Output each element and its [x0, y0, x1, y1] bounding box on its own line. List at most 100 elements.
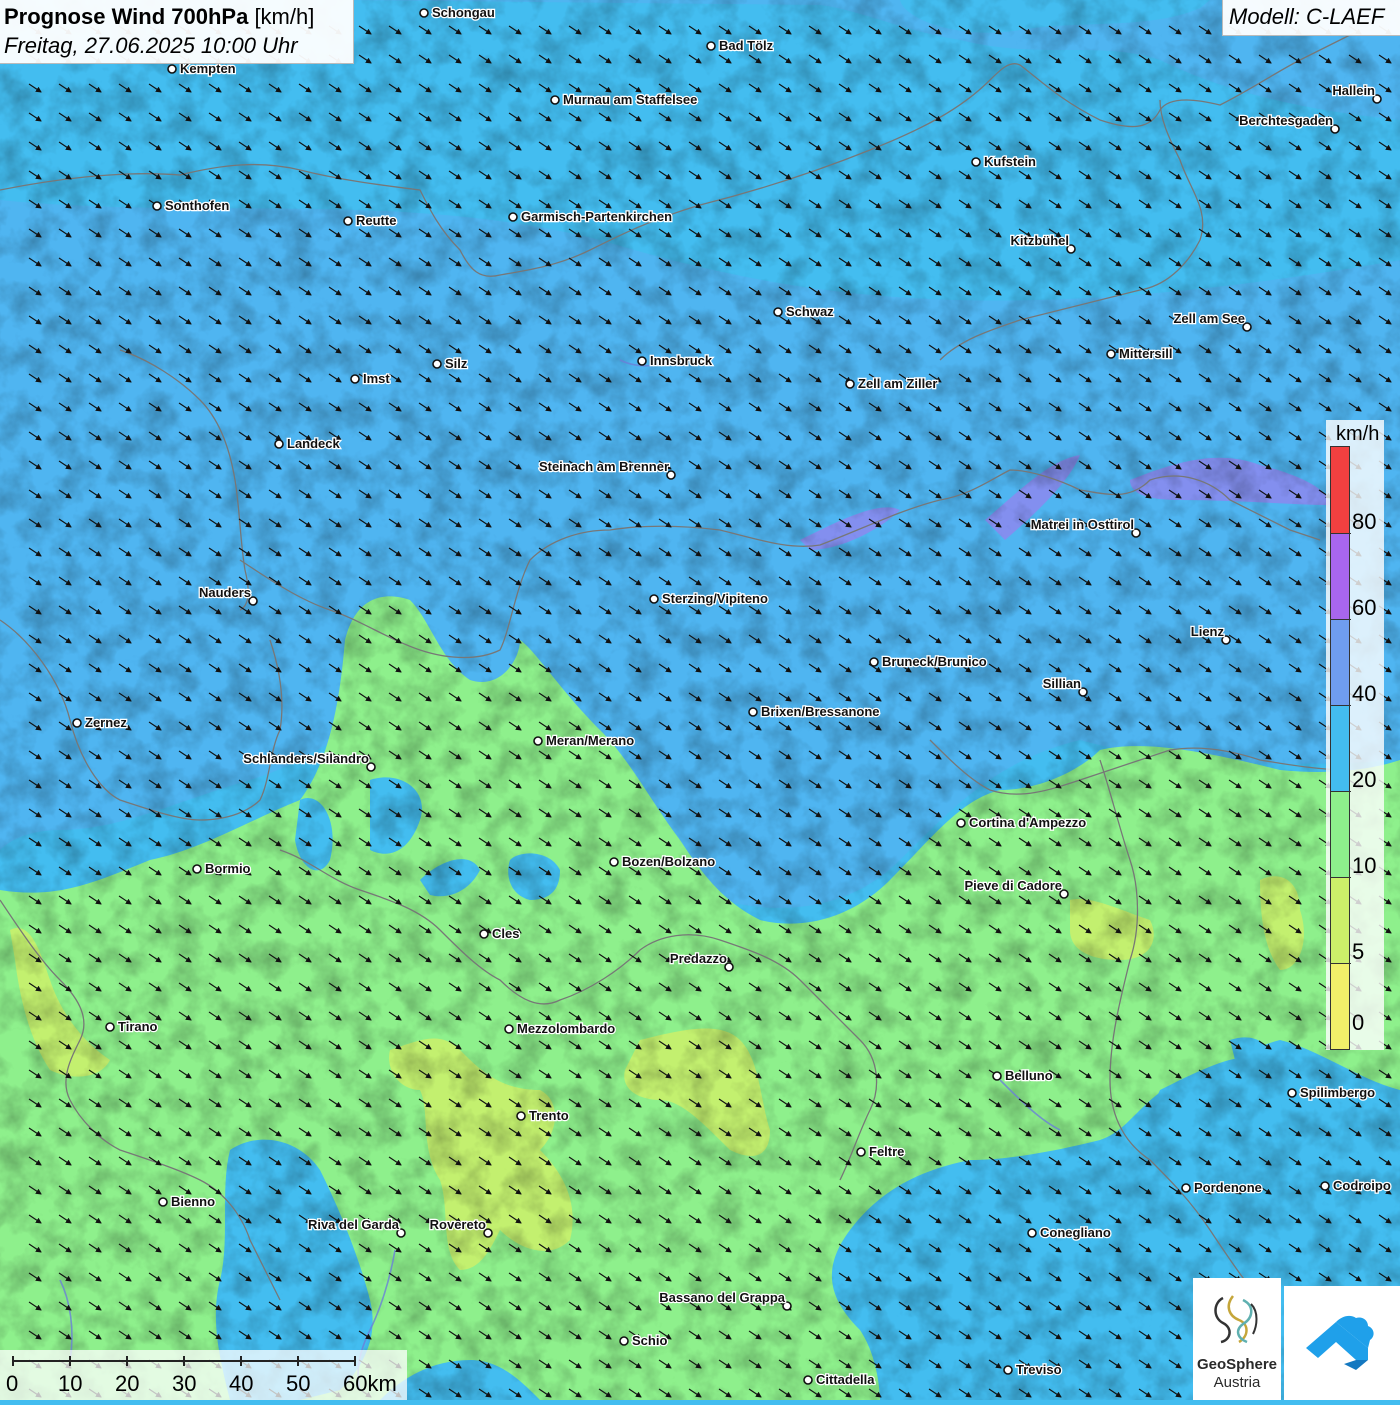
city-dot: [1027, 1228, 1037, 1238]
scale-label: 50: [286, 1371, 311, 1396]
city-marker[interactable]: Pordenone: [1181, 1179, 1263, 1196]
city-label: Berchtesgaden: [1239, 113, 1333, 128]
scale-tick: [69, 1356, 71, 1366]
city-label: Garmisch-Partenkirchen: [521, 209, 672, 224]
legend-tick: [1331, 533, 1351, 534]
model-panel: Modell: C-LAEF: [1222, 0, 1400, 36]
legend-segment: [1331, 705, 1349, 791]
city-marker[interactable]: Zell am Ziller: [845, 375, 939, 392]
legend-value-label: 20: [1352, 767, 1377, 793]
scale-tick: [12, 1356, 14, 1366]
city-dot: [992, 1071, 1002, 1081]
city-dot: [508, 212, 518, 222]
city-dot: [637, 356, 647, 366]
city-label: Bruneck/Brunico: [882, 654, 987, 669]
city-label: Pieve di Cadore: [964, 878, 1062, 893]
city-marker[interactable]: Murnau am Staffelsee: [550, 91, 699, 108]
city-label: Schwaz: [786, 304, 834, 319]
city-marker[interactable]: Schongau: [419, 4, 496, 21]
geosphere-country: Austria: [1213, 1374, 1261, 1391]
city-dot: [533, 736, 543, 746]
city-dot: [550, 95, 560, 105]
legend-value-label: 40: [1352, 681, 1377, 707]
city-label: Cittadella: [816, 1372, 875, 1387]
city-label: Matrei in Osttirol: [1031, 517, 1134, 532]
legend-tick: [1331, 619, 1351, 620]
scale-label: 60km: [343, 1371, 397, 1396]
geosphere-name: GeoSphere: [1196, 1356, 1278, 1373]
legend-segment: [1331, 619, 1349, 705]
city-label: Cortina d'Ampezzo: [969, 815, 1086, 830]
city-dot: [167, 64, 177, 74]
city-marker[interactable]: Mezzolombardo: [504, 1020, 617, 1037]
scale-label: 40: [229, 1371, 254, 1396]
city-dot: [105, 1022, 115, 1032]
city-label: Cles: [492, 926, 519, 941]
city-dot: [152, 201, 162, 211]
city-label: Sonthofen: [165, 198, 229, 213]
city-label: Imst: [363, 371, 390, 386]
city-label: Codroipo: [1333, 1178, 1391, 1193]
scale-bar: 0 10 20 30 40 50 60km: [0, 1350, 407, 1400]
city-dot: [773, 307, 783, 317]
city-dot: [856, 1147, 866, 1157]
city-dot: [419, 8, 429, 18]
scale-tick: [126, 1356, 128, 1366]
city-marker[interactable]: Spilimbergo: [1287, 1084, 1376, 1101]
city-dot: [1003, 1365, 1013, 1375]
scale-tick: [183, 1356, 185, 1366]
city-dot: [479, 929, 489, 939]
city-marker[interactable]: Conegliano: [1027, 1224, 1112, 1241]
city-label: Brixen/Bressanone: [761, 704, 880, 719]
geosphere-emblem-icon: [1214, 1295, 1258, 1344]
city-marker[interactable]: Sterzing/Vipiteno: [649, 590, 769, 607]
city-label: Spilimbergo: [1300, 1085, 1375, 1100]
city-label: Rovereto: [430, 1217, 486, 1232]
city-marker[interactable]: Sonthofen: [152, 197, 231, 214]
legend-value-label: 0: [1352, 1010, 1365, 1035]
city-label: Schongau: [432, 5, 495, 20]
city-label: Zernez: [85, 715, 127, 730]
legend-segment: [1331, 791, 1349, 877]
legend-value-label: 60: [1352, 595, 1377, 621]
city-dot: [706, 41, 716, 51]
city-dot: [1106, 349, 1116, 359]
city-marker[interactable]: Bozen/Bolzano: [609, 853, 716, 870]
legend-segment: [1331, 447, 1349, 533]
city-label: Hallein: [1332, 83, 1375, 98]
legend-segment: [1331, 877, 1349, 963]
wind-map[interactable]: SchongauBad TölzKemptenMurnau am Staffel…: [0, 0, 1400, 1400]
legend-color-bar: [1330, 446, 1351, 1050]
city-label: Mittersill: [1119, 346, 1172, 361]
city-dot: [1181, 1183, 1191, 1193]
city-dot: [845, 379, 855, 389]
city-marker[interactable]: Meran/Merano: [533, 732, 635, 749]
city-label: Feltre: [869, 1144, 904, 1159]
scale-label: 20: [115, 1371, 140, 1396]
legend-tick: [1331, 877, 1351, 878]
city-marker[interactable]: Innsbruck: [637, 352, 714, 369]
city-label: Treviso: [1016, 1362, 1062, 1377]
scale-tick: [240, 1356, 242, 1366]
city-marker[interactable]: Bruneck/Brunico: [869, 653, 988, 670]
legend-segment: [1331, 533, 1349, 619]
title-unit: [km/h]: [254, 4, 315, 29]
city-label: Sterzing/Vipiteno: [662, 591, 768, 606]
city-label: Murnau am Staffelsee: [563, 92, 697, 107]
city-label: Bassano del Grappa: [659, 1290, 785, 1305]
city-dot: [192, 864, 202, 874]
scale-tick: [297, 1356, 299, 1366]
city-dot: [748, 707, 758, 717]
city-label: Bad Tölz: [719, 38, 774, 53]
geosphere-logo[interactable]: GeoSphere Austria: [1193, 1278, 1281, 1400]
city-label: Tirano: [118, 1019, 158, 1034]
title-panel: Prognose Wind 700hPa [km/h] Freitag, 27.…: [0, 0, 354, 64]
city-marker[interactable]: Brixen/Bressanone: [748, 703, 881, 720]
city-marker[interactable]: Cortina d'Ampezzo: [956, 814, 1088, 831]
city-label: Belluno: [1005, 1068, 1053, 1083]
city-label: Kufstein: [984, 154, 1036, 169]
weather-app-logo[interactable]: [1284, 1286, 1400, 1400]
city-label: Riva del Garda: [308, 1217, 400, 1232]
city-label: Predazzo: [670, 951, 727, 966]
city-marker[interactable]: Garmisch-Partenkirchen: [508, 208, 673, 225]
